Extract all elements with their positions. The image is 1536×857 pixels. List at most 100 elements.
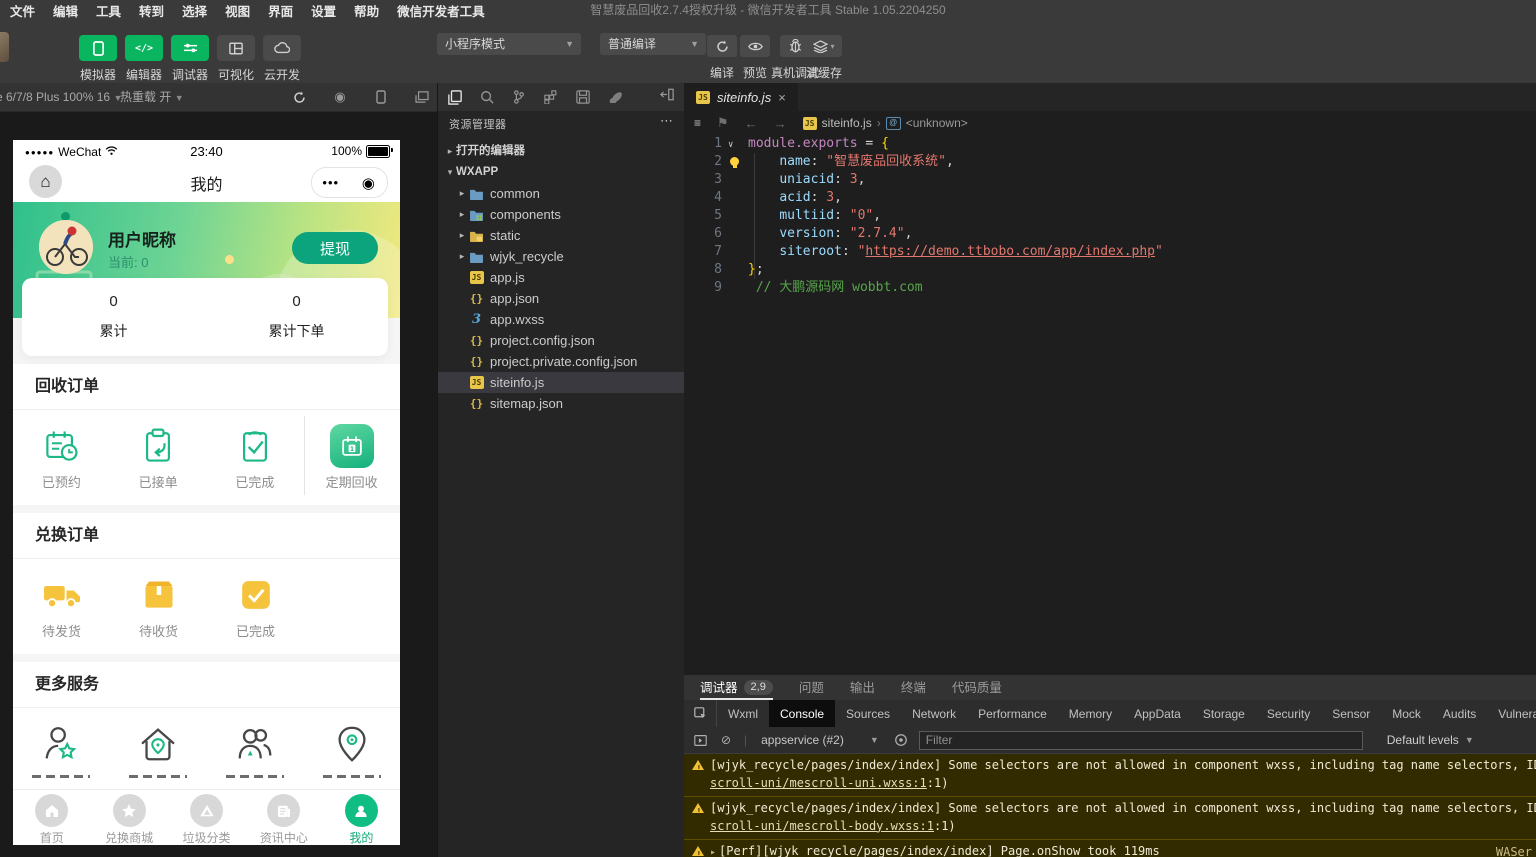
action-button-清缓存[interactable]: ▾ 清缓存 <box>806 35 842 81</box>
windows-icon[interactable] <box>415 91 429 103</box>
tree-item-app.json[interactable]: {} app.json <box>438 288 684 309</box>
code-line-6[interactable]: 6 version: "2.7.4", <box>684 225 1536 243</box>
devtools-tab-Memory[interactable]: Memory <box>1058 700 1123 727</box>
ellipsis-icon[interactable]: ⋯ <box>660 113 674 129</box>
context-selector[interactable]: appservice (#2) ▼ <box>757 733 883 747</box>
code-line-9[interactable]: 9 // 大鹏源码网 wobbt.com <box>684 279 1536 297</box>
exit-target-icon[interactable]: ◉ <box>350 174 388 192</box>
devtools-tab-Vulnerabi[interactable]: Vulnerabi <box>1487 700 1536 727</box>
expander-icon[interactable]: ▸ <box>710 847 716 857</box>
tree-item-app.js[interactable]: JS app.js <box>438 267 684 288</box>
devtools-tab-Sensor[interactable]: Sensor <box>1321 700 1381 727</box>
toolbar-button-模拟器[interactable]: 模拟器 <box>75 35 121 83</box>
tree-item-components[interactable]: ▸ components <box>438 204 684 225</box>
debugger-tab-调试器[interactable]: 调试器 2,9 <box>700 675 773 700</box>
close-icon[interactable]: × <box>778 90 786 105</box>
files-icon[interactable] <box>447 89 463 105</box>
tree-item-app.wxss[interactable]: 3 app.wxss <box>438 309 684 330</box>
fold-chevron-icon[interactable]: ∨ <box>728 136 733 154</box>
code-line-5[interactable]: 5 multiid: "0", <box>684 207 1536 225</box>
clear-console-icon[interactable]: ⊘ <box>718 733 734 747</box>
mode-dropdown[interactable]: 小程序模式 ▼ <box>437 33 581 55</box>
grid-item-已完成[interactable]: 已完成 <box>207 573 304 640</box>
paint-icon[interactable] <box>607 89 623 105</box>
devtools-tab-Audits[interactable]: Audits <box>1432 700 1487 727</box>
action-button-编译[interactable]: 编译 <box>704 35 740 81</box>
console-message[interactable]: [wjyk_recycle/pages/index/index] Some se… <box>684 797 1536 840</box>
hamburger-icon[interactable]: ≡ <box>694 116 701 130</box>
devtools-tab-Security[interactable]: Security <box>1256 700 1321 727</box>
grid-item[interactable] <box>13 722 110 778</box>
breadcrumb-symbol[interactable]: <unknown> <box>906 116 968 130</box>
withdraw-button[interactable]: 提现 <box>292 232 378 264</box>
menu-item-设置[interactable]: 设置 <box>311 1 336 20</box>
stat-累计下单[interactable]: 0 累计下单 <box>205 278 388 356</box>
record-icon[interactable]: ◉ <box>333 89 347 105</box>
devtools-tab-Console[interactable]: Console <box>769 700 836 727</box>
split-editor-icon[interactable] <box>660 88 674 106</box>
debugger-tab-输出[interactable]: 输出 <box>850 675 875 700</box>
toolbar-button-云开发[interactable]: 云开发 <box>259 35 305 83</box>
tabbar-item-垃圾分类[interactable]: 垃圾分类 <box>168 790 245 845</box>
git-branch-icon[interactable] <box>511 89 527 105</box>
code-area[interactable]: 1 ∨ module.exports = {2 name: "智慧废品回收系统", 3… <box>684 135 1536 675</box>
back-icon[interactable]: ← <box>745 116 758 131</box>
forward-icon[interactable]: → <box>774 116 787 131</box>
debugger-tab-代码质量[interactable]: 代码质量 <box>952 675 1002 700</box>
tabbar-item-首页[interactable]: 首页 <box>13 790 90 845</box>
grid-item-已预约[interactable]: 已预约 <box>13 424 110 491</box>
grid-item-已完成[interactable]: 已完成 <box>207 424 304 491</box>
grid-item[interactable] <box>303 722 400 778</box>
grid-item-待收货[interactable]: 待收货 <box>110 573 207 640</box>
console-filter-input[interactable] <box>918 730 1363 750</box>
grid-item-待发货[interactable]: 待发货 <box>13 573 110 640</box>
source-link[interactable]: scroll-uni/mescroll-body.wxss:1 <box>710 819 934 833</box>
log-levels-dropdown[interactable]: Default levels ▼ <box>1387 733 1474 747</box>
tabbar-item-兑换商城[interactable]: 兑换商城 <box>90 790 167 845</box>
menu-item-界面[interactable]: 界面 <box>268 1 293 20</box>
inspect-element-icon[interactable] <box>684 700 717 727</box>
grid-item[interactable] <box>207 722 304 778</box>
devtools-tab-Performance[interactable]: Performance <box>967 700 1058 727</box>
bookmark-icon[interactable]: ⚑ <box>717 115 729 131</box>
refresh-icon[interactable] <box>292 91 306 104</box>
extensions-icon[interactable] <box>543 89 559 105</box>
hot-reload-toggle[interactable]: 热重载 开 ▼ <box>120 83 184 111</box>
tree-item-project.config.json[interactable]: {} project.config.json <box>438 330 684 351</box>
code-line-8[interactable]: 8}; <box>684 261 1536 279</box>
tree-section-打开的编辑器[interactable]: ▸ 打开的编辑器 <box>438 141 684 162</box>
grid-item-已接单[interactable]: 已接单 <box>110 424 207 491</box>
tree-item-wjyk_recycle[interactable]: ▸ wjyk_recycle <box>438 246 684 267</box>
menu-item-文件[interactable]: 文件 <box>10 1 35 20</box>
tree-item-project.private.config.json[interactable]: {} project.private.config.json <box>438 351 684 372</box>
tree-section-WXAPP[interactable]: ▾ WXAPP <box>438 162 684 183</box>
tree-item-common[interactable]: ▸ common <box>438 183 684 204</box>
capsule-menu[interactable]: ••• ◉ <box>311 167 388 198</box>
avatar[interactable] <box>39 220 93 274</box>
code-line-1[interactable]: 1 ∨ module.exports = { <box>684 135 1536 153</box>
lightbulb-icon[interactable] <box>730 157 739 168</box>
device-selector[interactable]: e 6/7/8 Plus 100% 16 ▼ <box>0 83 122 111</box>
menu-item-工具[interactable]: 工具 <box>96 1 121 20</box>
dock-side-icon[interactable] <box>692 734 708 747</box>
tree-item-siteinfo.js[interactable]: JS siteinfo.js <box>438 372 684 393</box>
source-link[interactable]: WASer <box>1496 845 1532 857</box>
tabbar-item-资讯中心[interactable]: 资讯中心 <box>245 790 322 845</box>
user-avatar[interactable] <box>0 32 9 62</box>
eye-icon[interactable] <box>893 733 909 747</box>
toolbar-button-调试器[interactable]: 调试器 <box>167 35 213 83</box>
code-line-3[interactable]: 3 uniacid: 3, <box>684 171 1536 189</box>
toolbar-button-编辑器[interactable]: </> 编辑器 <box>121 35 167 83</box>
tree-item-sitemap.json[interactable]: {} sitemap.json <box>438 393 684 414</box>
tree-item-static[interactable]: ▸ static <box>438 225 684 246</box>
code-line-7[interactable]: 7 siteroot: "https://demo.ttbobo.com/app… <box>684 243 1536 261</box>
action-button-预览[interactable]: 预览 <box>737 35 773 81</box>
menu-item-转到[interactable]: 转到 <box>139 1 164 20</box>
search-icon[interactable] <box>479 89 495 105</box>
devtools-tab-Network[interactable]: Network <box>901 700 967 727</box>
devtools-tab-AppData[interactable]: AppData <box>1123 700 1192 727</box>
devtools-tab-Sources[interactable]: Sources <box>835 700 901 727</box>
debugger-tab-问题[interactable]: 问题 <box>799 675 824 700</box>
toolbar-button-可视化[interactable]: 可视化 <box>213 35 259 83</box>
stat-累计[interactable]: 0 累计 <box>22 278 205 356</box>
